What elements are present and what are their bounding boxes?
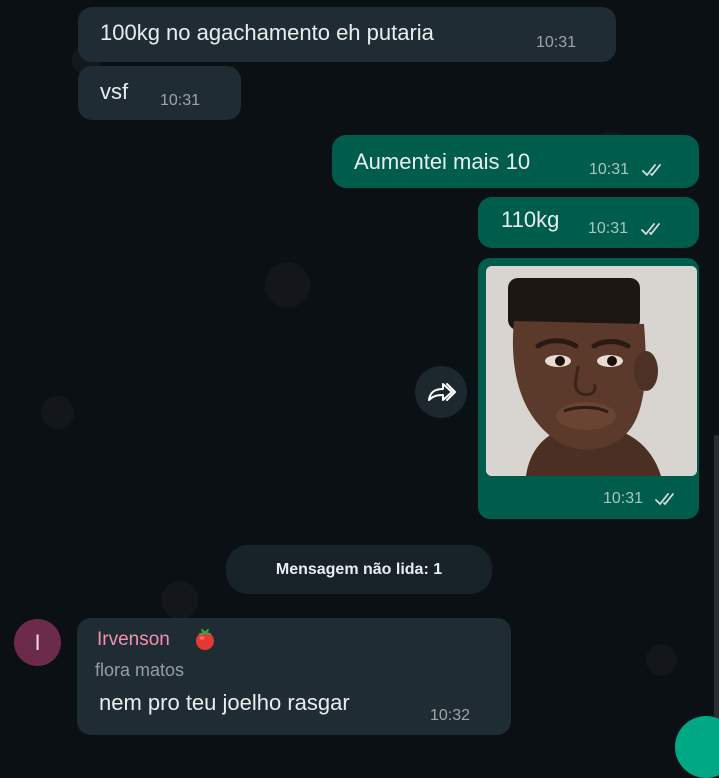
double-check-icon <box>655 493 674 505</box>
message-text: Aumentei mais 10 <box>354 149 531 174</box>
message-time: 10:31 <box>536 34 577 51</box>
scrollbar[interactable] <box>714 435 719 740</box>
double-check-icon <box>642 164 661 176</box>
tomato-icon <box>196 629 214 650</box>
chat-conversation: 100kg no agachamento eh putaria 10:31 vs… <box>0 0 719 778</box>
message-time: 10:32 <box>430 707 471 724</box>
message-time: 10:31 <box>160 92 201 109</box>
message-time: 10:31 <box>589 161 630 178</box>
unread-messages-banner: Mensagem não lida: 1 <box>226 545 492 594</box>
message-text: vsf <box>100 79 129 104</box>
message-text: 110kg <box>501 207 560 232</box>
message-text: nem pro teu joelho rasgar <box>99 690 350 715</box>
message-time: 10:31 <box>603 490 644 507</box>
forward-button[interactable] <box>415 366 467 418</box>
forward-icon <box>428 383 456 401</box>
sender-name[interactable]: Irvenson <box>97 629 170 651</box>
message-bubble-outgoing[interactable]: 110kg 10:31 <box>478 197 699 248</box>
message-text: 100kg no agachamento eh putaria <box>100 20 434 45</box>
message-bubble-outgoing[interactable]: Aumentei mais 10 10:31 <box>332 135 699 188</box>
scroll-down-button[interactable] <box>675 716 719 778</box>
message-bubble-incoming[interactable]: vsf 10:31 <box>78 66 241 120</box>
unread-messages-label: Mensagem não lida: 1 <box>275 560 443 578</box>
message-bubble-incoming[interactable]: 100kg no agachamento eh putaria 10:31 <box>78 7 616 62</box>
message-time: 10:31 <box>588 220 629 237</box>
avatar-letter: I <box>34 629 41 655</box>
meme-face-photo[interactable] <box>486 266 697 476</box>
sender-subtitle: flora matos <box>95 660 185 680</box>
double-check-icon <box>641 223 660 235</box>
message-bubble-incoming[interactable]: Irvenson flora matos nem pro teu joelho … <box>77 618 511 735</box>
avatar[interactable]: I <box>14 619 61 666</box>
image-message-outgoing[interactable]: 10:31 <box>478 258 699 519</box>
